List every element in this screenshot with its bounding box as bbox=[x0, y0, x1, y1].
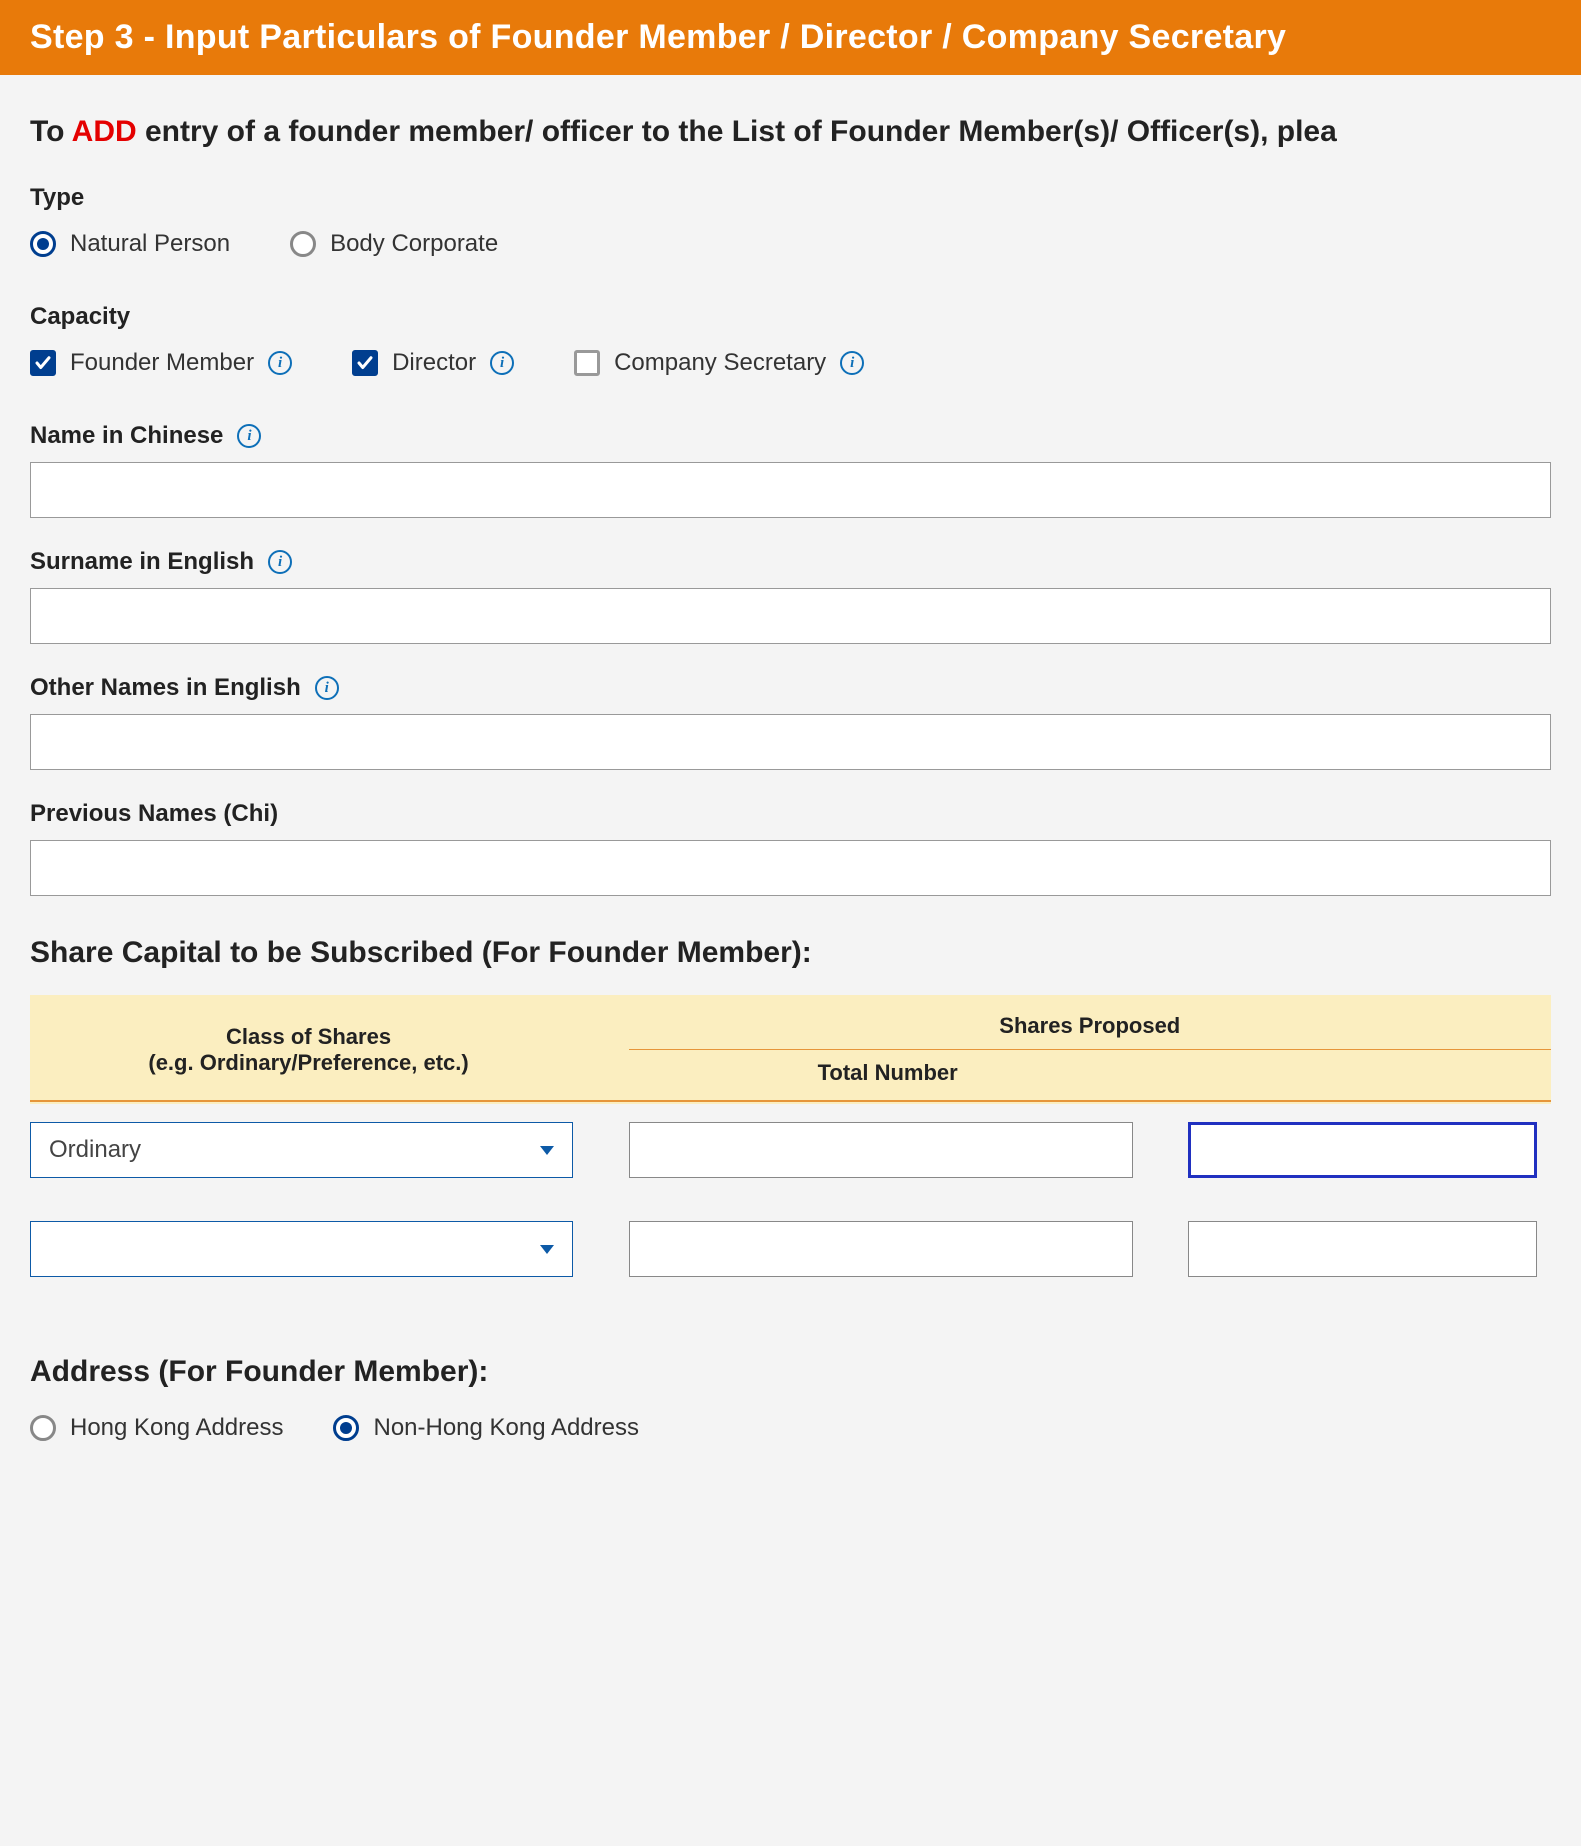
checkbox-icon bbox=[352, 350, 378, 376]
address-radio-group: Hong Kong Address Non-Hong Kong Address bbox=[30, 1414, 1551, 1442]
type-label: Type bbox=[30, 184, 1551, 212]
info-icon[interactable]: i bbox=[268, 351, 292, 375]
radio-label: Natural Person bbox=[70, 230, 230, 258]
field-label-text: Previous Names (Chi) bbox=[30, 800, 278, 828]
info-icon[interactable]: i bbox=[840, 351, 864, 375]
input-amount[interactable] bbox=[1188, 1221, 1537, 1277]
step-title: Step 3 - Input Particulars of Founder Me… bbox=[30, 18, 1286, 56]
col-header-total-number: Total Number bbox=[629, 1050, 1147, 1104]
field-label-text: Other Names in English bbox=[30, 674, 301, 702]
checkbox-label: Director bbox=[392, 349, 476, 377]
checkbox-label: Company Secretary bbox=[614, 349, 826, 377]
input-surname-english[interactable] bbox=[30, 588, 1551, 644]
field-previous-names-chi: Previous Names (Chi) bbox=[30, 800, 1551, 896]
col-header-proposed: Shares Proposed bbox=[629, 995, 1551, 1050]
radio-circle-icon bbox=[333, 1415, 359, 1441]
input-total-number[interactable] bbox=[629, 1221, 1133, 1277]
share-row bbox=[30, 1196, 1551, 1295]
share-capital-table: Class of Shares (e.g. Ordinary/Preferenc… bbox=[30, 995, 1551, 1295]
radio-label: Non-Hong Kong Address bbox=[373, 1414, 639, 1442]
address-heading: Address (For Founder Member): bbox=[30, 1355, 1551, 1389]
form-content: To ADD entry of a founder member/ office… bbox=[0, 75, 1581, 1492]
capacity-check-group: Founder Member i Director i Company Secr… bbox=[30, 349, 1551, 377]
select-class-of-shares[interactable]: Ordinary bbox=[30, 1122, 573, 1178]
capacity-label: Capacity bbox=[30, 303, 1551, 331]
field-other-names-english: Other Names in English i bbox=[30, 674, 1551, 770]
select-class-of-shares[interactable] bbox=[30, 1221, 573, 1277]
field-name-chinese: Name in Chinese i bbox=[30, 422, 1551, 518]
input-previous-names-chi[interactable] bbox=[30, 840, 1551, 896]
instruction-highlight: ADD bbox=[72, 115, 137, 148]
input-total-number[interactable] bbox=[629, 1122, 1133, 1178]
info-icon[interactable]: i bbox=[315, 676, 339, 700]
field-label-text: Name in Chinese bbox=[30, 422, 223, 450]
radio-label: Body Corporate bbox=[330, 230, 498, 258]
chevron-down-icon bbox=[540, 1146, 554, 1155]
radio-circle-icon bbox=[30, 231, 56, 257]
checkbox-director[interactable]: Director i bbox=[352, 349, 514, 377]
checkbox-company-secretary[interactable]: Company Secretary i bbox=[574, 349, 864, 377]
info-icon[interactable]: i bbox=[268, 550, 292, 574]
input-amount[interactable] bbox=[1188, 1122, 1537, 1178]
radio-circle-icon bbox=[30, 1415, 56, 1441]
checkbox-founder-member[interactable]: Founder Member i bbox=[30, 349, 292, 377]
input-name-chinese[interactable] bbox=[30, 462, 1551, 518]
select-value: Ordinary bbox=[49, 1136, 141, 1164]
checkbox-icon bbox=[30, 350, 56, 376]
col-header-class: Class of Shares (e.g. Ordinary/Preferenc… bbox=[30, 995, 587, 1104]
radio-label: Hong Kong Address bbox=[70, 1414, 283, 1442]
step-header: Step 3 - Input Particulars of Founder Me… bbox=[0, 0, 1581, 75]
radio-circle-icon bbox=[290, 231, 316, 257]
radio-natural-person[interactable]: Natural Person bbox=[30, 230, 230, 258]
instruction-text: To ADD entry of a founder member/ office… bbox=[30, 115, 1551, 149]
share-capital-table-container: Class of Shares (e.g. Ordinary/Preferenc… bbox=[30, 995, 1551, 1315]
chevron-down-icon bbox=[540, 1245, 554, 1254]
checkbox-icon bbox=[574, 350, 600, 376]
type-radio-group: Natural Person Body Corporate bbox=[30, 230, 1551, 258]
radio-body-corporate[interactable]: Body Corporate bbox=[290, 230, 498, 258]
radio-non-hk-address[interactable]: Non-Hong Kong Address bbox=[333, 1414, 639, 1442]
info-icon[interactable]: i bbox=[237, 424, 261, 448]
radio-hk-address[interactable]: Hong Kong Address bbox=[30, 1414, 283, 1442]
checkbox-label: Founder Member bbox=[70, 349, 254, 377]
share-capital-heading: Share Capital to be Subscribed (For Foun… bbox=[30, 936, 1551, 970]
field-label-text: Surname in English bbox=[30, 548, 254, 576]
field-surname-english: Surname in English i bbox=[30, 548, 1551, 644]
info-icon[interactable]: i bbox=[490, 351, 514, 375]
share-row: Ordinary bbox=[30, 1104, 1551, 1196]
input-other-names-english[interactable] bbox=[30, 714, 1551, 770]
